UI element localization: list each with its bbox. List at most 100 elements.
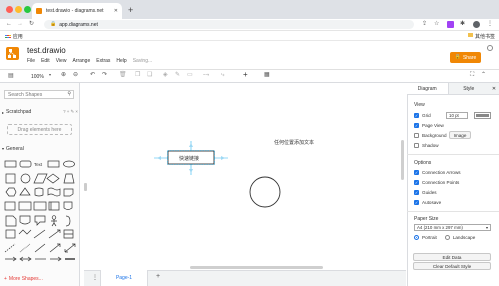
globe-icon[interactable] <box>487 45 493 51</box>
canvas-drawing[interactable] <box>84 83 406 270</box>
new-tab-button[interactable]: + <box>128 5 133 15</box>
landscape-radio[interactable] <box>444 235 450 240</box>
card-shape <box>63 188 74 197</box>
shadow-checkbox[interactable] <box>414 143 419 148</box>
to-back-icon[interactable]: ❏ <box>147 72 152 78</box>
add-page-button[interactable]: + <box>156 273 160 280</box>
grid-size-value: 10 pt <box>449 113 459 118</box>
browser-tab[interactable]: test.drawio - diagrams.net ✕ <box>32 3 122 19</box>
menu-help[interactable]: Help <box>116 58 126 64</box>
search-shapes-input[interactable]: Search Shapes ⚲ <box>4 90 74 99</box>
to-front-icon[interactable]: ❐ <box>135 72 140 78</box>
extension-icon[interactable] <box>447 21 454 28</box>
zigzag-shape <box>18 229 32 235</box>
scratchpad-drop-zone[interactable]: Drag elements here <box>7 124 72 135</box>
app-header <box>0 41 499 69</box>
page-view-checkbox[interactable]: ✓ <box>414 123 419 128</box>
menu-extras[interactable]: Extras <box>96 58 110 64</box>
dotted-line-shape <box>19 243 31 253</box>
left-panel-resize-handle[interactable] <box>84 183 87 191</box>
background-checkbox[interactable] <box>414 133 419 138</box>
tab-title: test.drawio - diagrams.net <box>46 8 104 14</box>
waypoints-icon[interactable]: ⤷ <box>221 72 224 78</box>
grid-checkbox[interactable]: ✓ <box>414 113 419 118</box>
close-panel-icon[interactable]: ✕ <box>489 83 499 94</box>
autosave-label: Autosave <box>422 200 442 205</box>
profile-avatar[interactable] <box>473 21 480 28</box>
scratchpad-tools[interactable]: ? + ✎ × <box>63 109 78 115</box>
tab-diagram[interactable]: Diagram <box>407 83 448 94</box>
free-text-label[interactable]: 任何位置添加文本 <box>274 139 314 146</box>
general-shape-grid[interactable]: Text <box>4 158 76 264</box>
grid-color-swatch[interactable] <box>474 112 491 119</box>
close-window-icon[interactable] <box>6 6 13 13</box>
tab-style[interactable]: Style <box>447 83 489 94</box>
zoom-out-icon[interactable]: ⊖ <box>73 72 78 78</box>
bookmark-apps[interactable]: 应用 <box>5 33 23 40</box>
browser-menu-icon[interactable]: ⋮ <box>487 21 493 27</box>
address-bar[interactable]: 🔒 app.diagrams.net <box>44 20 414 29</box>
line-color-icon[interactable]: ✎ <box>175 72 180 78</box>
grid-size-input[interactable]: 10 pt <box>446 112 468 119</box>
line-shape <box>33 229 46 239</box>
delete-icon[interactable]: 🗑 <box>119 72 127 78</box>
tab-page-1[interactable]: Page-1 <box>100 270 148 286</box>
guides-row: ✓ Guides <box>414 190 437 195</box>
portrait-radio[interactable] <box>414 235 419 240</box>
fullscreen-icon[interactable]: ⛶ <box>470 72 474 78</box>
edit-data-button[interactable]: Edit Data <box>413 253 491 261</box>
redo-icon[interactable]: ↷ <box>102 72 107 78</box>
note-shape <box>5 215 17 227</box>
collapse-icon[interactable]: ⌃ <box>481 72 486 78</box>
horizontal-scrollbar[interactable] <box>190 266 323 269</box>
forward-icon[interactable]: → <box>17 21 23 27</box>
connection-style-icon[interactable]: ⤍ <box>203 72 209 78</box>
image-button[interactable]: Image <box>449 131 471 139</box>
zoom-level[interactable]: 100% <box>31 74 44 80</box>
grid-color-fill <box>476 114 489 117</box>
table-icon[interactable]: ▦ <box>264 72 270 78</box>
dashed-line-shape <box>4 243 16 253</box>
bookmark-star-icon[interactable]: ☆ <box>434 21 439 27</box>
menu-edit[interactable]: Edit <box>41 58 50 64</box>
insert-plus-icon[interactable]: + <box>243 71 248 79</box>
rect-label[interactable]: 快速链接 <box>179 155 199 162</box>
share-button[interactable]: 🔒 Share <box>450 52 481 63</box>
guides-label: Guides <box>422 190 437 195</box>
guides-checkbox[interactable]: ✓ <box>414 190 419 195</box>
paper-size-select[interactable]: A4 (210 mm x 297 mm) ▾ <box>414 224 491 231</box>
trapezoid-shape <box>63 173 75 184</box>
clear-default-style-button[interactable]: Clear Default Style <box>413 262 491 270</box>
menu-file[interactable]: File <box>27 58 35 64</box>
back-icon[interactable]: ← <box>6 21 12 27</box>
general-header[interactable]: ▾ General <box>2 146 24 152</box>
connection-arrows-checkbox[interactable]: ✓ <box>414 170 419 175</box>
reload-icon[interactable]: ↻ <box>29 21 34 27</box>
minimize-window-icon[interactable] <box>15 6 22 13</box>
apps-grid-icon <box>5 34 11 39</box>
close-tab-icon[interactable]: ✕ <box>114 8 118 14</box>
more-shapes-link[interactable]: + More Shapes... <box>4 276 43 282</box>
menu-view[interactable]: View <box>56 58 67 64</box>
menu-bar: File Edit View Arrange Extras Help Savin… <box>27 58 152 64</box>
puzzle-extensions-icon[interactable]: ✱ <box>460 21 465 27</box>
shadow-icon[interactable]: ▭ <box>187 72 193 78</box>
format-panel-toggle-icon[interactable]: ▤ <box>8 73 14 79</box>
drawio-favicon-icon <box>36 8 42 14</box>
undo-icon[interactable]: ↶ <box>90 72 95 78</box>
connection-points-checkbox[interactable]: ✓ <box>414 180 419 185</box>
scratchpad-header[interactable]: ▸ Scratchpad ? + ✎ × <box>2 109 78 115</box>
chevron-down-icon[interactable]: ▾ <box>49 73 51 77</box>
zoom-in-icon[interactable]: ⊕ <box>61 72 66 78</box>
search-icon[interactable]: ⚲ <box>67 92 71 97</box>
fill-color-icon[interactable]: ◈ <box>163 72 168 78</box>
vertical-scrollbar[interactable] <box>401 140 404 180</box>
menu-arrange[interactable]: Arrange <box>72 58 90 64</box>
pages-menu-icon[interactable]: ⋮ <box>92 275 98 281</box>
file-name[interactable]: test.drawio <box>27 46 66 55</box>
circle-shape[interactable] <box>249 176 281 208</box>
maximize-window-icon[interactable] <box>24 6 31 13</box>
install-icon[interactable]: ⇪ <box>422 21 427 27</box>
autosave-checkbox[interactable]: ✓ <box>414 200 419 205</box>
bookmark-other[interactable]: 其他书签 <box>468 33 495 40</box>
